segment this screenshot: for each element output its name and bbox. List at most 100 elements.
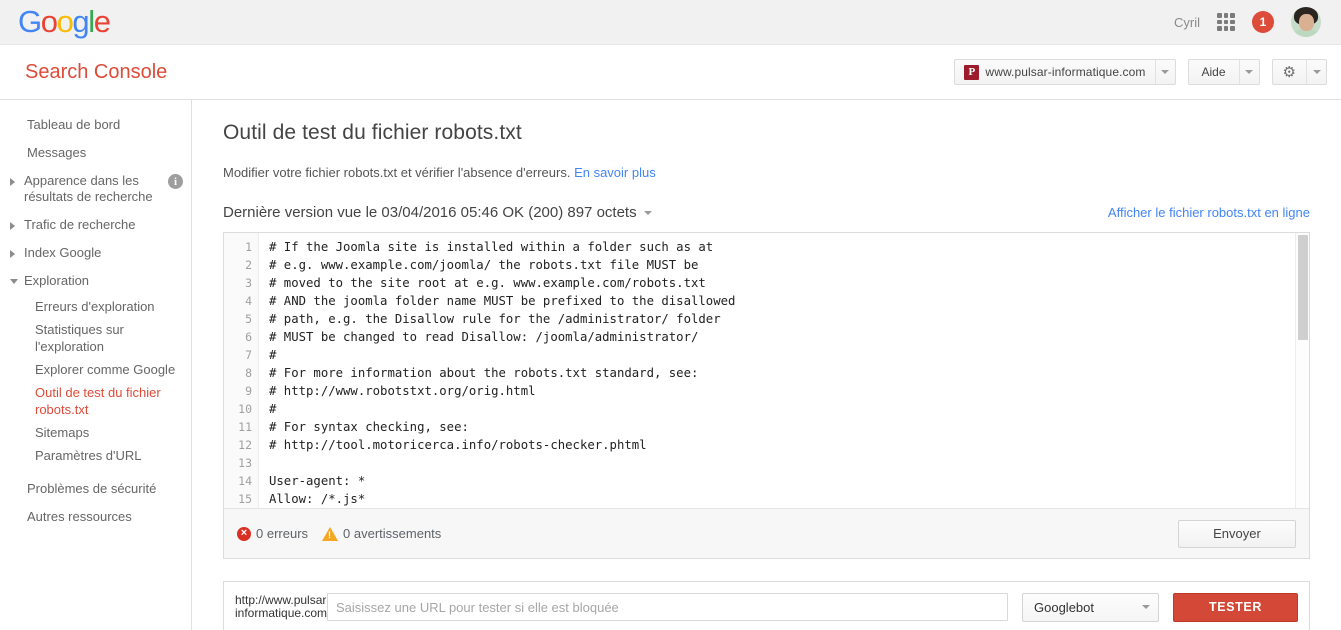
apps-dot [1230, 26, 1235, 31]
sidebar-item-messages[interactable]: Messages [0, 139, 191, 167]
robots-code-editor[interactable]: # If the Joomla site is installed within… [259, 233, 1295, 508]
sidebar-subitem-robots-tester[interactable]: Outil de test du fichier robots.txt [0, 381, 191, 421]
subtitle-text: Modifier votre fichier robots.txt et vér… [223, 165, 571, 180]
sidebar-subitem-crawl-errors[interactable]: Erreurs d'exploration [0, 295, 191, 318]
settings-arrow[interactable] [1306, 60, 1326, 84]
line-number: 14 [238, 474, 252, 488]
main-content: Outil de test du fichier robots.txt Modi… [192, 100, 1341, 630]
code-line: # http://tool.motoricerca.info/robots-ch… [269, 438, 647, 452]
expand-arrow[interactable] [10, 217, 21, 230]
submit-button[interactable]: Envoyer [1178, 519, 1296, 548]
collapse-arrow[interactable] [10, 273, 21, 284]
warnings-status: 0 avertissements [322, 526, 441, 541]
apps-dot [1223, 26, 1229, 31]
google-bar-right: Cyril 1 [1174, 7, 1327, 37]
apps-dot [1217, 19, 1222, 25]
line-number: 4 [245, 294, 252, 308]
chevron-down-icon [1161, 70, 1170, 74]
avatar[interactable] [1291, 7, 1321, 37]
error-circle-icon: × [237, 526, 251, 541]
code-line: # http://www.robotstxt.org/orig.html [269, 384, 536, 398]
sidebar-item-label: Trafic de recherche [24, 217, 136, 232]
sidebar-item-label: Apparence dans les résultats de recherch… [24, 173, 153, 204]
sidebar-subitem-crawl-stats[interactable]: Statistiques sur l'exploration [0, 318, 191, 358]
sidebar-item-exploration[interactable]: Exploration [0, 267, 191, 295]
logo-letter-o1: o [40, 3, 58, 39]
info-icon[interactable]: i [168, 174, 183, 189]
help-dropdown[interactable]: Aide [1187, 59, 1260, 85]
apps-dot [1223, 13, 1229, 18]
sidebar-item-other-resources[interactable]: Autres ressources [0, 503, 191, 531]
editor-footer: × 0 erreurs 0 avertissements Envoyer [224, 508, 1309, 558]
help-arrow[interactable] [1238, 60, 1259, 84]
sidebar-subitem-fetch-as-google[interactable]: Explorer comme Google [0, 358, 191, 381]
chevron-down-icon [10, 279, 18, 284]
logo-letter-G: G [18, 3, 42, 39]
code-line: # For more information about the robots.… [269, 366, 699, 380]
code-line: # AND the joomla folder name MUST be pre… [269, 294, 736, 308]
chevron-down-icon [643, 210, 652, 215]
settings-dropdown[interactable]: ⚙ [1271, 59, 1327, 85]
expand-arrow[interactable] [10, 173, 21, 186]
page-product-title[interactable]: Search Console [25, 61, 167, 84]
code-line: User-agent: * [269, 474, 366, 488]
sidebar-subitem-url-parameters[interactable]: Paramètres d'URL [0, 444, 191, 467]
body-wrapper: Tableau de bord Messages Apparence dans … [0, 100, 1341, 630]
header-toolbar: P www.pulsar-informatique.com Aide ⚙ [954, 59, 1327, 85]
editor-scrollbar-thumb[interactable] [1298, 235, 1308, 340]
site-selector-dropdown[interactable]: P www.pulsar-informatique.com [954, 59, 1176, 85]
gear-icon: ⚙ [1282, 63, 1296, 81]
learn-more-link[interactable]: En savoir plus [574, 165, 656, 180]
code-line: Allow: /*.js* [269, 492, 366, 506]
url-test-input[interactable] [327, 593, 1008, 621]
sidebar-item-search-traffic[interactable]: Trafic de recherche [0, 211, 191, 239]
sidebar-item-search-appearance[interactable]: Apparence dans les résultats de recherch… [0, 167, 191, 211]
version-row: Dernière version vue le 03/04/2016 05:46… [223, 204, 1310, 221]
notification-badge[interactable]: 1 [1252, 11, 1274, 33]
version-dropdown[interactable]: Dernière version vue le 03/04/2016 05:46… [223, 204, 652, 221]
settings-main[interactable]: ⚙ [1273, 60, 1306, 84]
line-number: 15 [238, 492, 252, 506]
sidebar-subitem-sitemaps[interactable]: Sitemaps [0, 421, 191, 444]
user-agent-select[interactable]: Googlebot [1022, 592, 1159, 622]
code-line: # e.g. www.example.com/joomla/ the robot… [269, 258, 699, 272]
test-button[interactable]: TESTER [1173, 592, 1298, 622]
line-number: 9 [245, 384, 252, 398]
help-main[interactable]: Aide [1189, 60, 1239, 84]
help-label: Aide [1201, 65, 1226, 79]
code-line: # path, e.g. the Disallow rule for the /… [269, 312, 721, 326]
robots-editor-body[interactable]: 1 2 3 4 5 6 7 8 9 10 11 12 13 14 15 # If the Joomla si… [224, 233, 1309, 508]
line-number: 3 [245, 276, 252, 290]
line-number: 10 [238, 402, 252, 416]
robots-editor-panel: 1 2 3 4 5 6 7 8 9 10 11 12 13 14 15 # If the Joomla si… [223, 232, 1310, 559]
code-line: # For syntax checking, see: [269, 420, 469, 434]
code-line: # If the Joomla site is installed within… [269, 240, 714, 254]
chevron-down-icon [1312, 70, 1321, 74]
google-logo[interactable]: Google [18, 3, 111, 39]
sidebar-item-label: Autres ressources [27, 509, 132, 524]
expand-arrow[interactable] [10, 245, 21, 258]
sidebar-item-label: Problèmes de sécurité [27, 481, 157, 496]
site-selector-main[interactable]: P www.pulsar-informatique.com [955, 60, 1154, 84]
apps-dot [1217, 26, 1222, 31]
sidebar-item-security-issues[interactable]: Problèmes de sécurité [0, 475, 191, 503]
line-number: 13 [238, 456, 252, 470]
line-number: 2 [245, 258, 252, 272]
apps-grid-icon[interactable] [1217, 13, 1235, 31]
console-header: Search Console P www.pulsar-informatique… [0, 45, 1341, 100]
account-name[interactable]: Cyril [1174, 15, 1200, 30]
logo-letter-e: e [93, 3, 111, 39]
avatar-face [1299, 14, 1314, 31]
apps-dot [1230, 19, 1235, 25]
line-number: 7 [245, 348, 252, 362]
line-number: 1 [245, 240, 252, 254]
apps-dot [1223, 19, 1229, 25]
sidebar-item-google-index[interactable]: Index Google [0, 239, 191, 267]
page-title: Outil de test du fichier robots.txt [223, 121, 522, 144]
line-number: 5 [245, 312, 252, 326]
site-selector-arrow[interactable] [1154, 60, 1175, 84]
editor-scrollbar[interactable] [1295, 233, 1309, 508]
view-robots-online-link[interactable]: Afficher le fichier robots.txt en ligne [1108, 205, 1310, 220]
warning-triangle-icon [322, 526, 339, 541]
sidebar-item-dashboard[interactable]: Tableau de bord [0, 111, 191, 139]
